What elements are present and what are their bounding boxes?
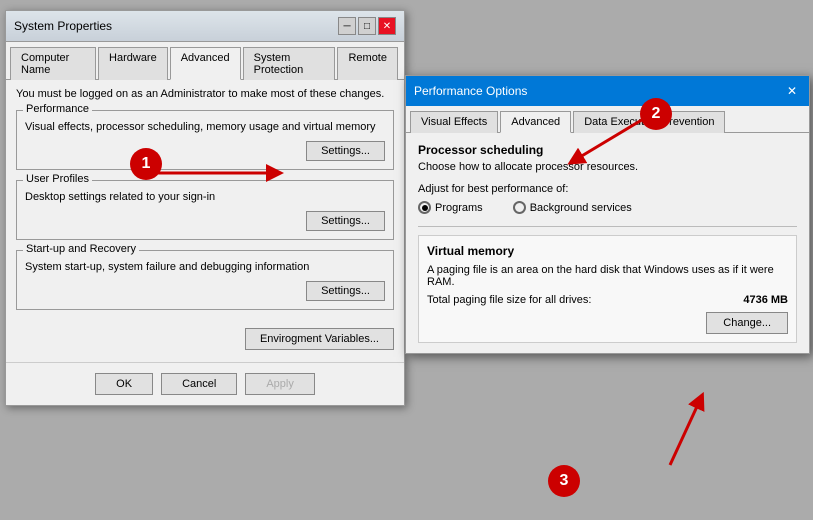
user-profiles-settings-button[interactable]: Settings... [306,211,385,231]
perf-tab-visual-effects[interactable]: Visual Effects [410,111,498,133]
startup-recovery-group: Start-up and Recovery System start-up, s… [16,250,394,310]
apply-button[interactable]: Apply [245,373,315,395]
adjust-label: Adjust for best performance of: [418,183,797,195]
startup-recovery-label: Start-up and Recovery [23,243,139,255]
admin-notice: You must be logged on as an Administrato… [16,88,394,100]
perf-title: Performance Options [414,84,527,98]
close-button[interactable]: ✕ [378,17,396,35]
vm-size-label: Total paging file size for all drives: [427,294,591,306]
startup-recovery-settings-button[interactable]: Settings... [306,281,385,301]
divider [418,226,797,227]
programs-radio[interactable] [418,201,431,214]
user-profiles-group: User Profiles Desktop settings related t… [16,180,394,240]
user-profiles-text: Desktop settings related to your sign-in [25,191,385,203]
vm-size-row: Total paging file size for all drives: 4… [427,294,788,306]
system-props-title: System Properties [14,19,112,33]
ok-button[interactable]: OK [95,373,153,395]
vm-btn-row: Change... [427,312,788,334]
virtual-memory-text: A paging file is an area on the hard dis… [427,264,788,288]
performance-settings-button[interactable]: Settings... [306,141,385,161]
virtual-memory-title: Virtual memory [427,244,788,258]
radio-programs[interactable]: Programs [418,201,483,214]
perf-close-button[interactable]: ✕ [783,82,801,100]
arrow-3 [620,380,720,470]
performance-settings-row: Settings... [25,141,385,161]
startup-recovery-settings-row: Settings... [25,281,385,301]
virtual-memory-section: Virtual memory A paging file is an area … [418,235,797,343]
environment-variables-button[interactable]: Envirogment Variables... [245,328,394,350]
tab-remote[interactable]: Remote [337,47,398,80]
tab-system-protection[interactable]: System Protection [243,47,336,80]
cancel-button[interactable]: Cancel [161,373,237,395]
env-btn-row: Envirogment Variables... [6,328,404,358]
tab-hardware[interactable]: Hardware [98,47,168,80]
system-props-titlebar: System Properties ─ □ ✕ [6,11,404,42]
vm-size-value: 4736 MB [743,294,788,306]
arrow-1 [145,163,285,183]
system-props-content: You must be logged on as an Administrato… [6,80,404,328]
performance-label: Performance [23,103,92,115]
change-button[interactable]: Change... [706,312,788,334]
system-properties-window: System Properties ─ □ ✕ Computer Name Ha… [5,10,405,406]
bottom-buttons: OK Cancel Apply [6,362,404,405]
radio-background[interactable]: Background services [513,201,632,214]
startup-recovery-text: System start-up, system failure and debu… [25,261,385,273]
performance-group: Performance Visual effects, processor sc… [16,110,394,170]
perf-titlebar: Performance Options ✕ [406,76,809,106]
callout-3: 3 [548,465,580,497]
system-props-controls: ─ □ ✕ [338,17,396,35]
user-profiles-label: User Profiles [23,173,92,185]
background-radio[interactable] [513,201,526,214]
tab-advanced[interactable]: Advanced [170,47,241,80]
maximize-button[interactable]: □ [358,17,376,35]
background-label: Background services [530,202,632,214]
system-props-tabs: Computer Name Hardware Advanced System P… [6,42,404,80]
radio-group: Programs Background services [418,201,797,214]
user-profiles-settings-row: Settings... [25,211,385,231]
tab-computer-name[interactable]: Computer Name [10,47,96,80]
performance-text: Visual effects, processor scheduling, me… [25,121,385,133]
minimize-button[interactable]: ─ [338,17,356,35]
programs-label: Programs [435,202,483,214]
arrow-2 [555,110,655,170]
